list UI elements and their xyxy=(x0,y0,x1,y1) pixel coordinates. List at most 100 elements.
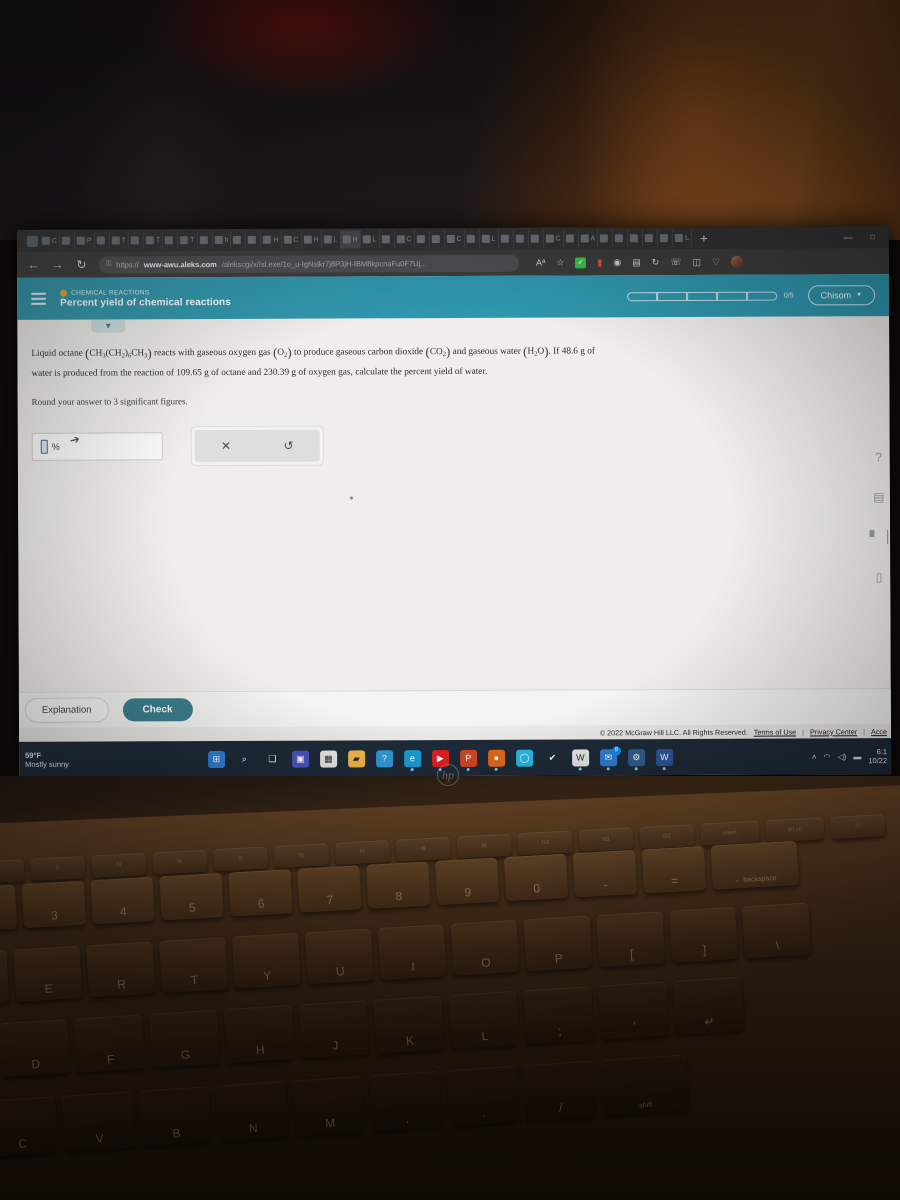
keyboard-key[interactable]: E xyxy=(13,945,83,1002)
periodic-table-icon[interactable]: ▤ xyxy=(873,490,884,504)
explanation-button[interactable]: Explanation xyxy=(24,697,109,723)
forward-arrow-icon[interactable]: → xyxy=(51,258,64,272)
browser-toolbar-icons[interactable]: Aª ☆ ✓ ▮ ◉ ▤ ↻ ☏ ◫ ♡ xyxy=(536,255,744,269)
keyboard-key[interactable]: 3 xyxy=(21,880,87,929)
circle-extension-icon[interactable]: ◉ xyxy=(613,257,621,267)
keyboard-key[interactable]: 5 xyxy=(159,873,224,921)
browser-tab[interactable]: T xyxy=(143,231,164,250)
clock-widget[interactable]: 6:1 10/22 xyxy=(868,747,887,766)
data-chart-icon[interactable]: ▘▕ xyxy=(870,530,889,544)
keyboard-key[interactable]: = xyxy=(641,846,707,894)
site-info-icon[interactable]: ⚿ xyxy=(106,260,111,268)
browser-tab[interactable] xyxy=(414,230,430,249)
collections-icon[interactable]: ☏ xyxy=(670,257,681,267)
microsoft-store-icon[interactable]: ▦ xyxy=(319,750,337,768)
browser-tab[interactable] xyxy=(246,230,262,249)
back-arrow-icon[interactable]: ← xyxy=(27,258,40,272)
browser-tab[interactable] xyxy=(628,229,644,248)
keyboard-key[interactable]: shift xyxy=(599,1054,690,1117)
keyboard-key[interactable]: U xyxy=(304,928,374,985)
browser-tab[interactable] xyxy=(231,230,247,249)
red-extension-icon[interactable]: ▮ xyxy=(597,257,602,267)
file-explorer-icon[interactable]: ▰ xyxy=(347,749,365,767)
browser-tab[interactable]: L xyxy=(479,229,499,248)
keyboard-key[interactable]: P xyxy=(523,915,593,972)
browser-tab[interactable] xyxy=(643,229,659,248)
browser-tab[interactable] xyxy=(429,230,445,249)
keyboard-key[interactable]: ' xyxy=(597,981,670,1040)
terms-of-use-link[interactable]: Terms of Use xyxy=(754,727,796,736)
keyboard-key[interactable]: f12 xyxy=(639,824,695,849)
keyboard-key[interactable]: \ xyxy=(742,902,812,959)
keyboard-key[interactable]: 8 xyxy=(366,861,431,909)
keyboard-key[interactable]: N xyxy=(215,1081,290,1142)
reload-icon[interactable]: ↻ xyxy=(75,258,88,272)
browser-tab[interactable] xyxy=(379,230,395,249)
keyboard-key[interactable]: f7 xyxy=(334,840,391,865)
undo-button[interactable]: ↺ xyxy=(283,439,293,453)
browser-tab[interactable]: L xyxy=(360,230,380,249)
browser-tab[interactable] xyxy=(613,229,629,248)
refresh-extension-icon[interactable]: ↻ xyxy=(652,257,660,267)
address-bar[interactable]: ⚿ https:// www-awu.aleks.com/alekscgi/x/I… xyxy=(98,254,519,274)
volume-icon[interactable]: ◁) xyxy=(837,752,846,761)
browser-tab[interactable]: C xyxy=(39,231,60,250)
keyboard-key[interactable]: Y xyxy=(231,932,301,989)
keyboard-key[interactable]: ] xyxy=(669,906,739,963)
answer-input[interactable]: % xyxy=(31,432,163,462)
checkmark-app-icon[interactable]: ✔ xyxy=(544,749,561,766)
word-icon[interactable]: W xyxy=(655,748,673,766)
keyboard-key[interactable]: ; xyxy=(523,986,595,1045)
read-aloud-icon[interactable]: Aª xyxy=(536,257,545,267)
keyboard-key[interactable]: f11 xyxy=(578,827,634,853)
keyboard-key[interactable]: C xyxy=(0,1096,59,1157)
battery-icon[interactable]: ▬ xyxy=(853,752,861,761)
accessibility-link[interactable]: Acce xyxy=(871,727,887,736)
keyboard-key[interactable]: f3 xyxy=(91,852,147,878)
keyboard-key[interactable]: prt sc xyxy=(765,817,825,843)
firefox-icon[interactable]: ● xyxy=(487,749,505,767)
start-button[interactable]: ⊞ xyxy=(207,750,225,768)
keyboard-key[interactable]: J xyxy=(298,1000,370,1059)
keyboard-key[interactable]: f9 xyxy=(456,833,512,859)
browser-tab[interactable] xyxy=(498,229,514,248)
privacy-center-link[interactable]: Privacy Center xyxy=(810,727,857,736)
wifi-icon[interactable]: ◠ xyxy=(823,752,830,761)
keyboard-key[interactable]: f5 xyxy=(213,846,269,872)
browser-tab[interactable]: C xyxy=(444,229,465,249)
keyboard-key[interactable]: f6 xyxy=(274,843,330,869)
keyboard-key[interactable]: insert xyxy=(700,820,760,846)
hamburger-menu-icon[interactable] xyxy=(31,292,47,305)
keyboard-key[interactable]: [ xyxy=(596,911,666,967)
browser-tab[interactable]: A xyxy=(578,229,599,248)
browser-tab[interactable]: H xyxy=(340,230,361,249)
chevron-up-icon[interactable]: ˄ xyxy=(812,752,817,761)
weather-widget[interactable]: 59°F Mostly sunny xyxy=(19,750,69,769)
browser-tab[interactable]: C xyxy=(394,230,415,249)
keyboard-key[interactable]: 2 xyxy=(0,884,18,932)
system-tray[interactable]: ˄ ◠ ◁) ▬ 6:1 10/22 xyxy=(812,747,891,766)
minimize-button[interactable]: — xyxy=(844,232,853,242)
keyboard-key[interactable]: f8 xyxy=(395,836,451,862)
browser-tab[interactable]: L xyxy=(321,230,341,249)
browser-tab[interactable]: T xyxy=(178,231,198,250)
maximize-button[interactable]: □ xyxy=(871,234,875,241)
wallet-icon[interactable]: ▤ xyxy=(632,257,641,267)
keyboard-key[interactable]: F xyxy=(74,1014,146,1073)
browser-tab[interactable]: T xyxy=(109,231,129,250)
keyboard-key[interactable]: 7 xyxy=(297,865,362,913)
split-screen-icon[interactable]: ◫ xyxy=(692,256,701,266)
browser-tab[interactable] xyxy=(128,231,144,250)
browser-tab[interactable] xyxy=(563,229,579,248)
keyboard-key[interactable]: D xyxy=(0,1019,71,1078)
browser-tab[interactable]: P xyxy=(74,231,95,250)
keyboard-key[interactable]: f4 xyxy=(152,849,208,875)
browser-tab[interactable] xyxy=(163,231,179,250)
cortana-icon[interactable]: ◯ xyxy=(515,749,533,767)
window-controls[interactable]: — □ xyxy=(844,232,889,242)
help-tips-icon[interactable]: ? xyxy=(375,749,393,767)
keyboard-key[interactable]: f2 xyxy=(30,855,86,881)
browser-tab[interactable]: C xyxy=(281,230,302,249)
settings-gear-icon[interactable]: ⚙ xyxy=(627,748,645,766)
check-button[interactable]: Check xyxy=(122,698,193,722)
